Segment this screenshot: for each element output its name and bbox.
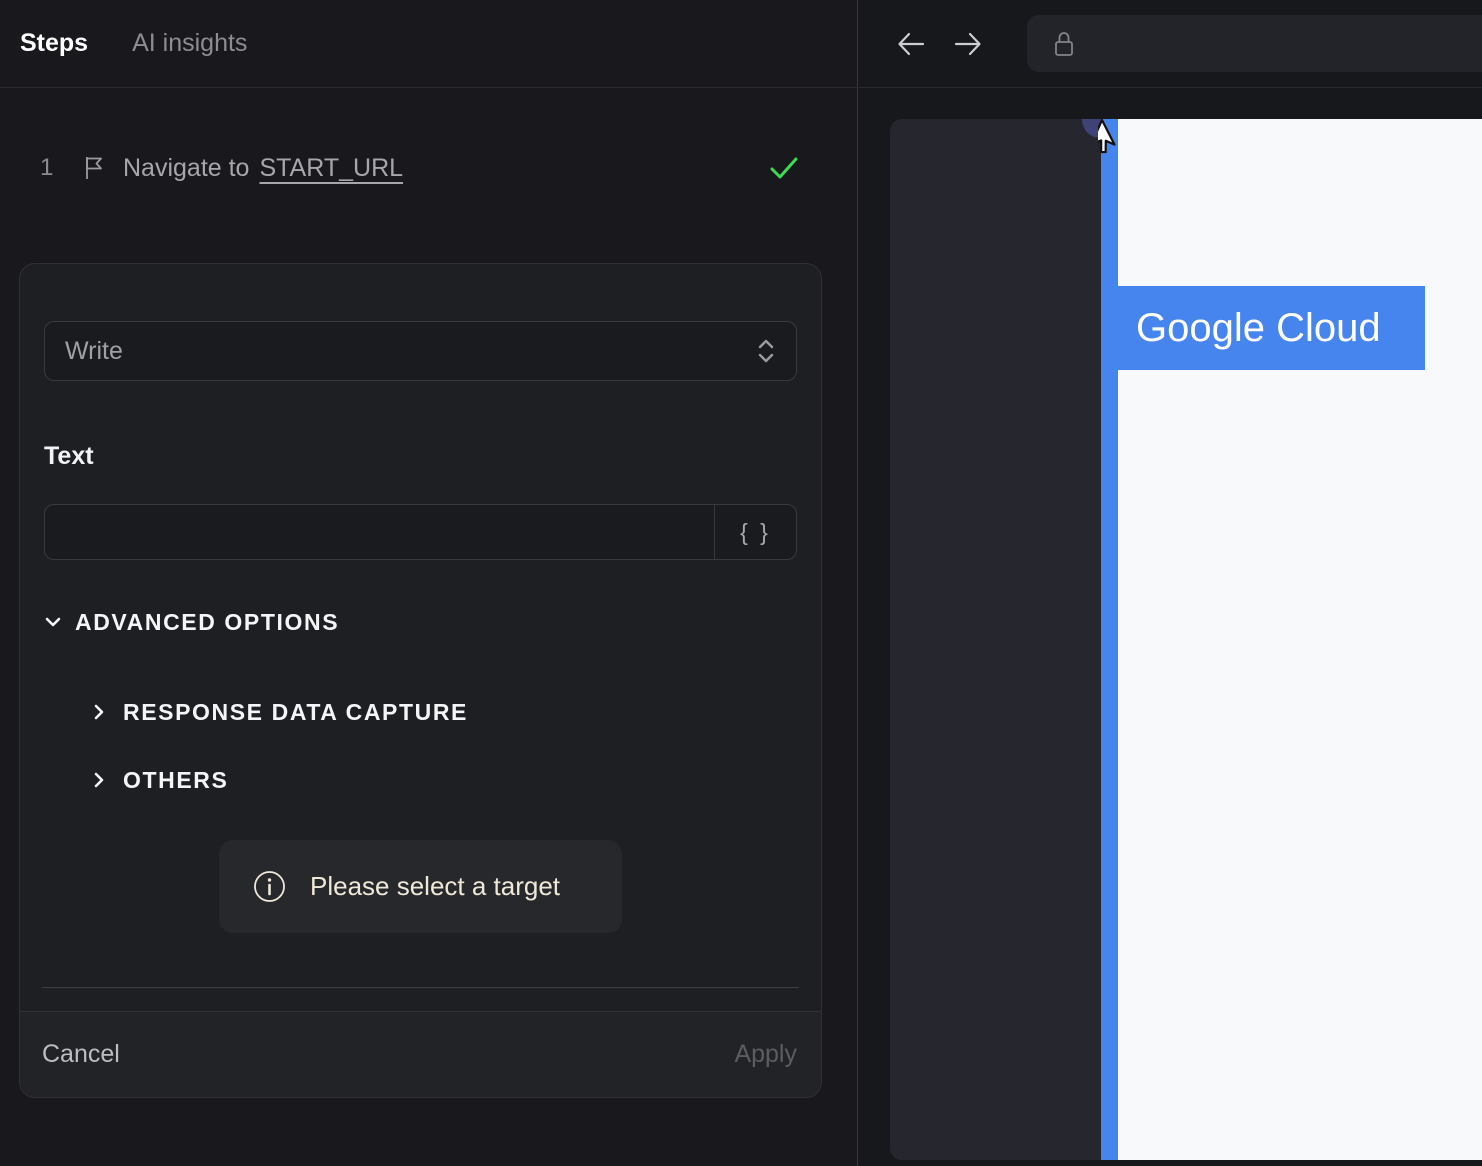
browser-panel: Google Cloud bbox=[859, 0, 1482, 1166]
text-input[interactable] bbox=[45, 505, 714, 559]
tab-steps[interactable]: Steps bbox=[20, 29, 88, 58]
element-highlight-stripe bbox=[1101, 119, 1118, 1160]
url-bar[interactable] bbox=[1027, 15, 1482, 72]
page-dark-section bbox=[890, 119, 1101, 1160]
panel-tab-bar: Steps AI insights bbox=[0, 0, 857, 88]
footer-divider bbox=[42, 987, 799, 988]
step-action-text: Navigate to bbox=[123, 153, 250, 182]
card-footer: Cancel Apply bbox=[20, 1011, 821, 1097]
step-editor-card: Write Text { } ADVANCED OPTIONS RESPONSE… bbox=[19, 263, 822, 1098]
response-data-capture-toggle[interactable]: RESPONSE DATA CAPTURE bbox=[90, 692, 468, 732]
step-row[interactable]: 1 Navigate to START_URL bbox=[0, 140, 857, 196]
steps-panel: Steps AI insights 1 Navigate to START_UR… bbox=[0, 0, 858, 1166]
advanced-options-toggle[interactable]: ADVANCED OPTIONS bbox=[44, 602, 339, 642]
cancel-button[interactable]: Cancel bbox=[42, 1040, 120, 1069]
apply-button[interactable]: Apply bbox=[734, 1040, 797, 1069]
step-target-link[interactable]: START_URL bbox=[259, 154, 403, 183]
chevron-right-icon bbox=[90, 703, 108, 721]
google-cloud-label: Google Cloud bbox=[1136, 305, 1381, 350]
response-data-capture-label: RESPONSE DATA CAPTURE bbox=[123, 698, 468, 725]
browser-viewport: Google Cloud bbox=[890, 119, 1482, 1160]
forward-arrow-icon[interactable] bbox=[952, 28, 984, 60]
browser-toolbar bbox=[859, 0, 1482, 88]
flag-icon bbox=[82, 155, 106, 181]
lock-icon bbox=[1051, 28, 1077, 60]
tab-ai-insights[interactable]: AI insights bbox=[132, 29, 247, 58]
select-target-hint: Please select a target bbox=[219, 840, 622, 933]
insert-variable-button[interactable]: { } bbox=[714, 505, 796, 559]
chevron-down-icon bbox=[44, 613, 62, 631]
google-cloud-highlight[interactable]: Google Cloud bbox=[1118, 286, 1425, 370]
select-updown-icon bbox=[756, 338, 776, 364]
chevron-right-icon bbox=[90, 771, 108, 789]
mouse-cursor-icon bbox=[1098, 119, 1144, 164]
action-select[interactable]: Write bbox=[44, 321, 797, 381]
advanced-options-label: ADVANCED OPTIONS bbox=[75, 608, 340, 635]
step-number: 1 bbox=[40, 154, 54, 181]
back-arrow-icon[interactable] bbox=[895, 28, 927, 60]
text-field-label: Text bbox=[44, 442, 94, 470]
check-icon bbox=[768, 152, 800, 184]
select-target-hint-text: Please select a target bbox=[310, 871, 561, 901]
action-select-value: Write bbox=[65, 336, 123, 365]
info-icon bbox=[253, 870, 286, 903]
others-toggle[interactable]: OTHERS bbox=[90, 760, 228, 800]
others-label: OTHERS bbox=[123, 766, 229, 793]
text-input-group: { } bbox=[44, 504, 797, 560]
step-label: Navigate to START_URL bbox=[123, 154, 403, 183]
page-content bbox=[1118, 119, 1482, 1160]
